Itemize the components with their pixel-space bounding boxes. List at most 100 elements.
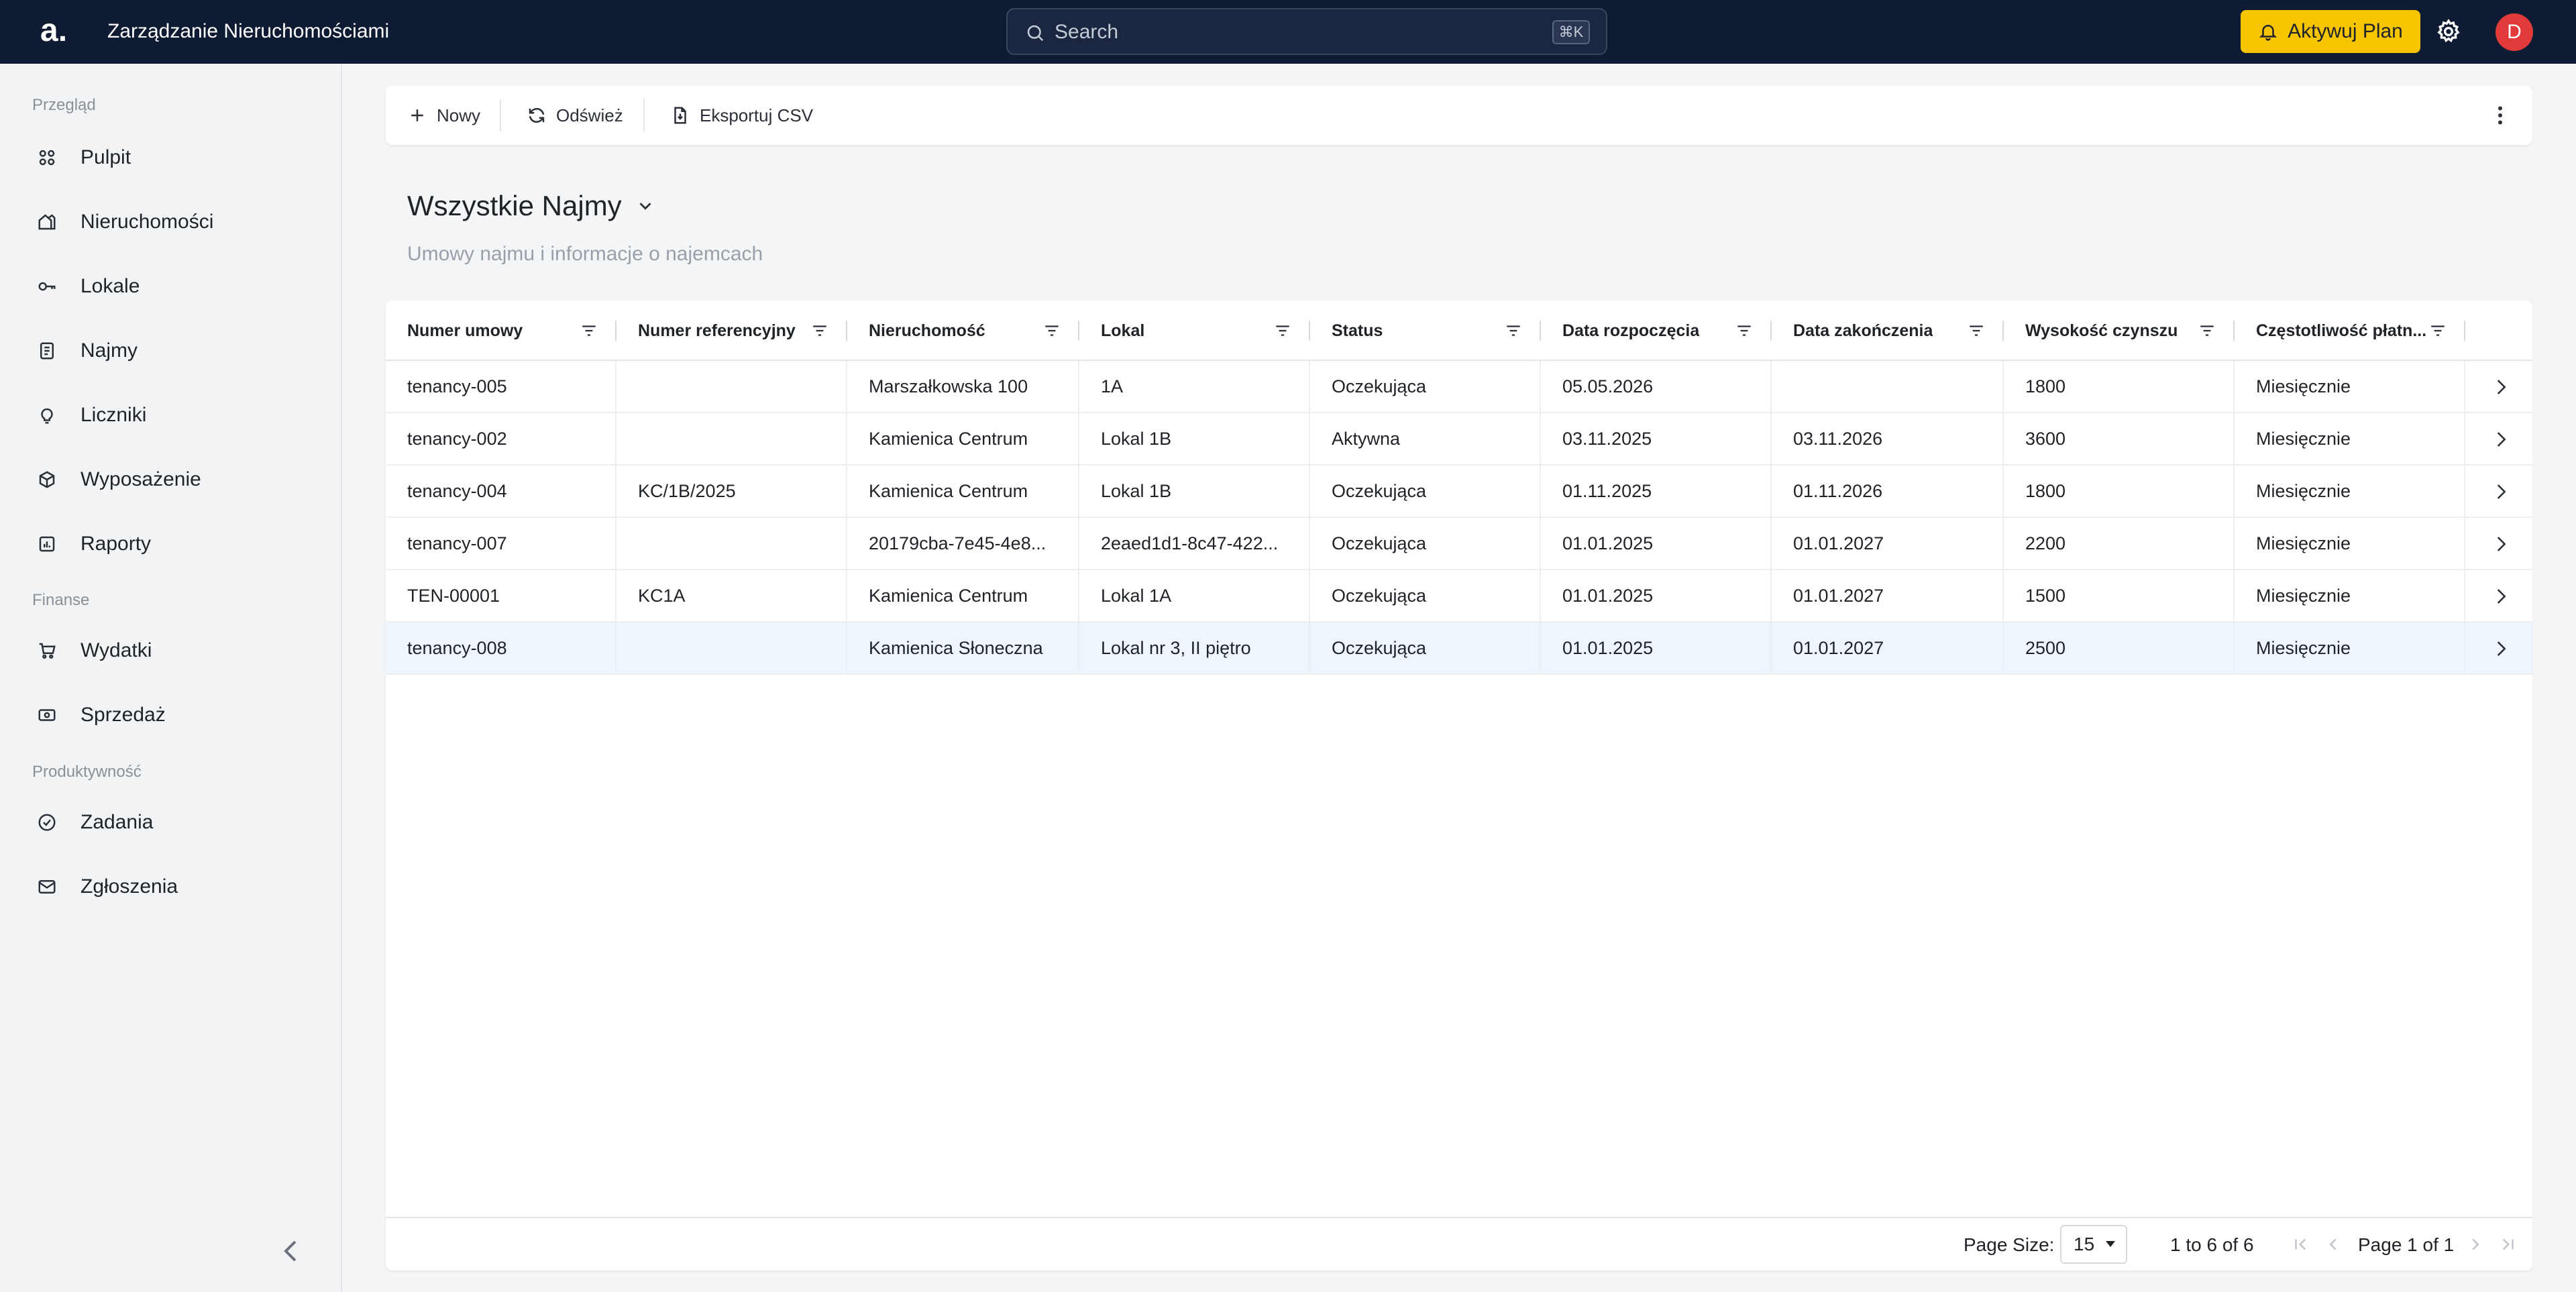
- sidebar-item-zadania[interactable]: Zadania: [27, 799, 322, 846]
- sidebar-item-raporty[interactable]: Raporty: [27, 521, 322, 568]
- column-header[interactable]: Nieruchomość: [847, 301, 1079, 361]
- avatar[interactable]: D: [2496, 13, 2533, 51]
- cell-value: Miesięcznie: [2256, 585, 2351, 606]
- table-cell: 3600: [2004, 413, 2235, 464]
- page-size-select[interactable]: 15: [2060, 1225, 2127, 1264]
- column-header[interactable]: Częstotliwość płatn...: [2235, 301, 2465, 361]
- table-row[interactable]: tenancy-008 Kamienica Słoneczna Lokal nr 3…: [386, 623, 2532, 675]
- new-button[interactable]: Nowy: [407, 99, 480, 131]
- table-cell: [616, 518, 847, 569]
- page-indicator: Page 1 of 1: [2358, 1234, 2455, 1255]
- cell-value: Kamienica Słoneczna: [869, 637, 1043, 658]
- cell-value: Lokal nr 3, II piętro: [1101, 637, 1251, 658]
- last-page-icon[interactable]: [2498, 1234, 2518, 1254]
- column-header[interactable]: Data rozpoczęcia: [1541, 301, 1772, 361]
- search-box[interactable]: ⌘K: [1006, 8, 1607, 55]
- filter-icon[interactable]: [1043, 322, 1061, 339]
- column-header[interactable]: Data zakończenia: [1772, 301, 2004, 361]
- cell-value: Oczekująca: [1332, 637, 1427, 658]
- chevron-right-icon[interactable]: [2489, 376, 2512, 398]
- cube-icon: [39, 471, 55, 488]
- column-header[interactable]: Lokal: [1079, 301, 1310, 361]
- table-cell: Kamienica Słoneczna: [847, 623, 1079, 674]
- sidebar-item-wyposazenie[interactable]: Wyposażenie: [27, 456, 322, 503]
- cell-value: 01.01.2025: [1562, 585, 1654, 606]
- filter-icon[interactable]: [2198, 322, 2216, 339]
- sidebar: Przegląd Pulpit Nieruchomości Lokale Naj…: [0, 64, 342, 1292]
- sidebar-item-zgloszenia[interactable]: Zgłoszenia: [27, 863, 322, 910]
- check-circle-icon: [38, 814, 56, 831]
- sidebar-item-label: Wydatki: [80, 639, 152, 661]
- table-cell: 2500: [2004, 623, 2235, 674]
- cell-value: Miesięcznie: [2256, 637, 2351, 658]
- sidebar-item-najmy[interactable]: Najmy: [27, 327, 322, 374]
- sidebar-item-nieruchomosci[interactable]: Nieruchomości: [27, 199, 322, 246]
- search-input[interactable]: [1055, 17, 1524, 47]
- table-cell: Aktywna: [1310, 413, 1541, 464]
- refresh-icon: [529, 108, 545, 123]
- cell-value: 2500: [2025, 637, 2066, 658]
- sidebar-section-label: Przegląd: [32, 96, 96, 114]
- previous-page-icon[interactable]: [2323, 1234, 2343, 1254]
- activate-plan-label: Aktywuj Plan: [2288, 20, 2403, 42]
- sidebar-item-wydatki[interactable]: Wydatki: [27, 627, 322, 674]
- filter-icon[interactable]: [1505, 322, 1522, 339]
- search-shortcut-hint: ⌘K: [1552, 20, 1590, 44]
- filter-icon[interactable]: [1968, 322, 1985, 339]
- view-selector[interactable]: Wszystkie Najmy: [407, 188, 655, 224]
- table-cell: Miesięcznie: [2235, 361, 2465, 412]
- app-logo[interactable]: a.: [40, 12, 74, 50]
- search-icon: [1027, 25, 1044, 42]
- chevron-right-icon[interactable]: [2489, 585, 2512, 608]
- cell-value: 01.01.2027: [1793, 637, 1884, 658]
- filter-icon[interactable]: [2429, 322, 2447, 339]
- column-header[interactable]: Numer referencyjny: [616, 301, 847, 361]
- table-cell: 01.01.2027: [1772, 518, 2004, 569]
- sidebar-item-lokale[interactable]: Lokale: [27, 263, 322, 310]
- table-row[interactable]: tenancy-002 Kamienica Centrum Lokal 1B Akty…: [386, 413, 2532, 466]
- table-row[interactable]: TEN-00001 KC1A Kamienica Centrum Lokal 1A Oc…: [386, 570, 2532, 623]
- export-csv-button[interactable]: Eksportuj CSV: [670, 99, 813, 131]
- column-header[interactable]: Wysokość czynszu: [2004, 301, 2235, 361]
- table-cell: 03.11.2026: [1772, 413, 2004, 464]
- cell-value: 01.01.2025: [1562, 533, 1654, 553]
- filter-icon[interactable]: [1735, 322, 1753, 339]
- more-options-icon[interactable]: [2488, 103, 2512, 127]
- sidebar-item-liczniki[interactable]: Liczniki: [27, 392, 322, 439]
- chevron-right-icon[interactable]: [2489, 533, 2512, 555]
- chevron-right-icon[interactable]: [2489, 428, 2512, 451]
- next-page-icon[interactable]: [2465, 1234, 2485, 1254]
- document-icon: [40, 342, 54, 360]
- column-header[interactable]: Status: [1310, 301, 1541, 361]
- table-cell: [616, 623, 847, 674]
- table-cell: [616, 413, 847, 464]
- table-cell: Oczekująca: [1310, 623, 1541, 674]
- table-row[interactable]: tenancy-005 Marszałkowska 100 1A Oczekująca…: [386, 361, 2532, 413]
- table-cell: tenancy-002: [386, 413, 616, 464]
- cell-value: Marszałkowska 100: [869, 376, 1028, 396]
- report-icon: [39, 536, 55, 552]
- sidebar-item-sprzedaz[interactable]: Sprzedaż: [27, 692, 322, 739]
- key-icon: [38, 282, 56, 291]
- activate-plan-button[interactable]: Aktywuj Plan: [2241, 10, 2420, 53]
- table-cell: Miesięcznie: [2235, 623, 2465, 674]
- table-row[interactable]: tenancy-004 KC/1B/2025 Kamienica Centrum Lo…: [386, 466, 2532, 518]
- gear-icon[interactable]: [2435, 18, 2462, 45]
- table-cell: [616, 361, 847, 412]
- filter-icon[interactable]: [811, 322, 828, 339]
- chevron-right-icon[interactable]: [2489, 480, 2512, 503]
- table-cell: Lokal 1B: [1079, 466, 1310, 517]
- first-page-icon[interactable]: [2291, 1234, 2311, 1254]
- column-header[interactable]: Numer umowy: [386, 301, 616, 361]
- sidebar-item-pulpit[interactable]: Pulpit: [27, 134, 322, 181]
- column-resize-handle[interactable]: [2464, 321, 2465, 341]
- filter-icon[interactable]: [580, 322, 598, 339]
- refresh-button[interactable]: Odśwież: [527, 99, 623, 131]
- table-row[interactable]: tenancy-007 20179cba-7e45-4e8... 2eaed1d1-…: [386, 518, 2532, 570]
- collapse-sidebar-icon[interactable]: [280, 1238, 302, 1264]
- chevron-right-icon[interactable]: [2489, 637, 2512, 660]
- sidebar-section-label: Finanse: [32, 591, 90, 609]
- filter-icon[interactable]: [1274, 322, 1291, 339]
- lightbulb-icon: [41, 408, 53, 424]
- table-cell: Miesięcznie: [2235, 570, 2465, 621]
